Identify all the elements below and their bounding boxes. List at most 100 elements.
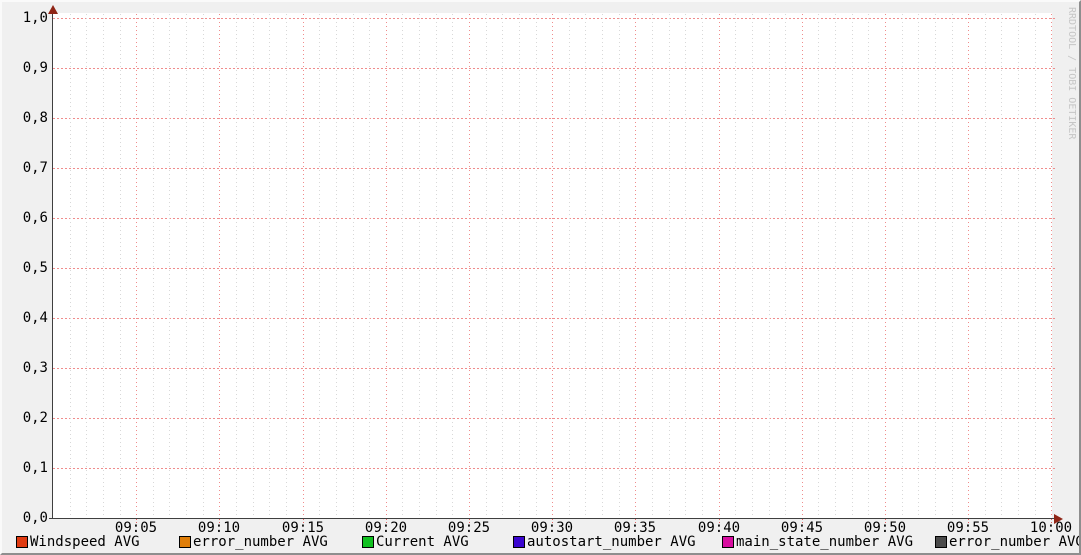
gridline-minor-vertical: [835, 14, 836, 518]
gridline-minor-vertical: [519, 14, 520, 518]
gridline-major-vertical: [386, 14, 387, 518]
gridline-minor-vertical: [419, 14, 420, 518]
y-tick-label: 0,7: [22, 160, 48, 176]
gridline-minor-vertical: [1035, 14, 1036, 518]
legend-swatch-icon: [722, 536, 734, 548]
gridline-minor-vertical: [1001, 14, 1002, 518]
gridline-minor-vertical: [669, 14, 670, 518]
gridline-minor-vertical: [402, 14, 403, 518]
gridline-major-vertical: [885, 14, 886, 518]
legend-label: Windspeed AVG: [30, 534, 140, 550]
gridline-minor-vertical: [86, 14, 87, 518]
legend-swatch-icon: [362, 536, 374, 548]
gridline-minor-vertical: [203, 14, 204, 518]
legend-label: autostart_number AVG: [527, 534, 696, 550]
watermark: RRDTOOL / TOBI OETIKER: [1066, 7, 1077, 140]
gridline-minor-vertical: [103, 14, 104, 518]
gridline-major-vertical: [802, 14, 803, 518]
gridline-minor-vertical: [785, 14, 786, 518]
gridline-major-vertical: [303, 14, 304, 518]
gridline-major-vertical: [136, 14, 137, 518]
y-axis-arrow-icon: [48, 5, 58, 14]
gridline-minor-vertical: [269, 14, 270, 518]
gridline-minor-vertical: [353, 14, 354, 518]
y-tick-label: 0,8: [22, 110, 48, 126]
gridline-minor-vertical: [153, 14, 154, 518]
gridline-minor-vertical: [486, 14, 487, 518]
x-tick-label: 09:05: [114, 520, 158, 536]
gridline-minor-vertical: [985, 14, 986, 518]
gridline-major-vertical: [968, 14, 969, 518]
y-tick-label: 0,5: [22, 260, 48, 276]
gridline-minor-vertical: [436, 14, 437, 518]
y-tick-label: 0,4: [22, 310, 48, 326]
gridline-minor-vertical: [369, 14, 370, 518]
legend-swatch-icon: [935, 536, 947, 548]
gridline-minor-vertical: [652, 14, 653, 518]
gridline-minor-vertical: [818, 14, 819, 518]
legend-swatch-icon: [16, 536, 28, 548]
x-tick-label: 10:00: [1029, 520, 1073, 536]
gridline-major-vertical: [469, 14, 470, 518]
y-tick-label: 0,9: [22, 60, 48, 76]
legend-label: main_state_number AVG: [736, 534, 914, 550]
legend-swatch-icon: [513, 536, 525, 548]
gridline-minor-vertical: [685, 14, 686, 518]
legend-label: error_number AVG: [949, 534, 1081, 550]
x-tick-label: 09:35: [613, 520, 657, 536]
legend-swatch-icon: [179, 536, 191, 548]
legend-label: Current AVG: [376, 534, 469, 550]
x-tick-label: 09:20: [364, 520, 408, 536]
gridline-minor-vertical: [752, 14, 753, 518]
gridline-minor-vertical: [569, 14, 570, 518]
x-tick-label: 09:25: [447, 520, 491, 536]
y-tick-label: 0,0: [22, 510, 48, 526]
gridline-minor-vertical: [735, 14, 736, 518]
x-tick-label: 09:50: [863, 520, 907, 536]
x-tick-label: 09:40: [697, 520, 741, 536]
gridline-minor-vertical: [253, 14, 254, 518]
gridline-minor-vertical: [918, 14, 919, 518]
gridline-minor-vertical: [585, 14, 586, 518]
gridline-minor-vertical: [536, 14, 537, 518]
x-tick-label: 09:45: [780, 520, 824, 536]
x-axis-line: [49, 518, 1055, 519]
gridline-minor-vertical: [236, 14, 237, 518]
y-tick-label: 0,6: [22, 210, 48, 226]
gridline-minor-vertical: [120, 14, 121, 518]
gridline-minor-vertical: [619, 14, 620, 518]
x-tick-label: 09:30: [530, 520, 574, 536]
gridline-major-vertical: [719, 14, 720, 518]
x-tick-label: 09:10: [197, 520, 241, 536]
gridline-minor-vertical: [902, 14, 903, 518]
gridline-major-vertical: [635, 14, 636, 518]
y-tick-label: 1,0: [22, 10, 48, 26]
gridline-major-vertical: [552, 14, 553, 518]
y-tick-label: 0,3: [22, 360, 48, 376]
x-tick-label: 09:55: [946, 520, 990, 536]
gridline-minor-vertical: [336, 14, 337, 518]
gridline-minor-vertical: [70, 14, 71, 518]
gridline-minor-vertical: [169, 14, 170, 518]
gridline-minor-vertical: [602, 14, 603, 518]
gridline-minor-vertical: [1018, 14, 1019, 518]
y-tick-label: 0,2: [22, 410, 48, 426]
gridline-minor-vertical: [452, 14, 453, 518]
x-tick-label: 09:15: [281, 520, 325, 536]
gridline-minor-vertical: [769, 14, 770, 518]
gridline-minor-vertical: [702, 14, 703, 518]
gridline-minor-vertical: [286, 14, 287, 518]
gridline-major-vertical: [1051, 14, 1052, 518]
gridline-minor-vertical: [319, 14, 320, 518]
gridline-minor-vertical: [868, 14, 869, 518]
gridline-minor-vertical: [186, 14, 187, 518]
gridline-minor-vertical: [935, 14, 936, 518]
legend-label: error_number AVG: [193, 534, 328, 550]
gridline-major-vertical: [219, 14, 220, 518]
y-tick-label: 0,1: [22, 460, 48, 476]
gridline-minor-vertical: [952, 14, 953, 518]
rrdtool-graph: 1,0 0,9 0,8 0,7 0,6 0,5 0,4 0,3 0,2 0,1 0,0 09:05 0…: [0, 0, 1081, 555]
gridline-minor-vertical: [502, 14, 503, 518]
gridline-minor-vertical: [852, 14, 853, 518]
y-axis-line: [52, 12, 53, 519]
